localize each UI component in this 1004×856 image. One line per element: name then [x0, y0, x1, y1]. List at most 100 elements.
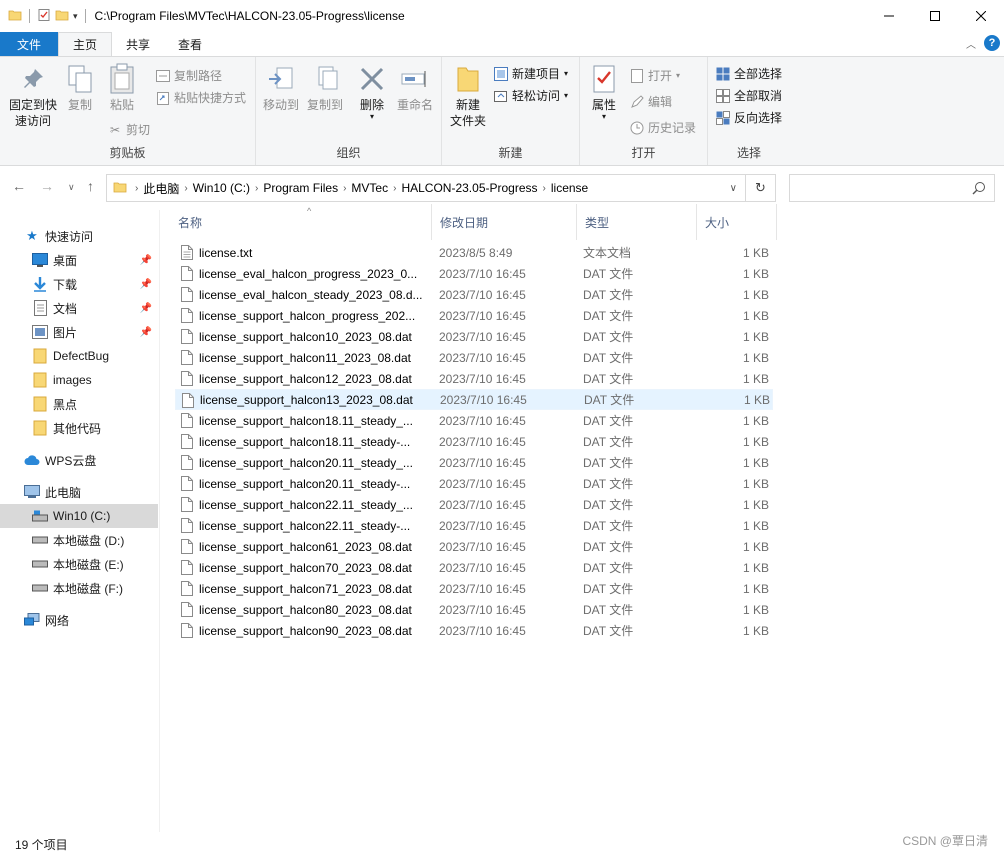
edit-button[interactable]: 编辑 — [630, 93, 672, 110]
select-all-button[interactable]: 全部选择 — [716, 65, 782, 82]
search-input[interactable] — [789, 174, 995, 202]
delete-button[interactable]: 删除 ▾ — [354, 63, 390, 121]
file-row[interactable]: license_support_halcon22.11_steady-... 20… — [175, 515, 773, 536]
maximize-icon[interactable] — [912, 0, 958, 32]
cut-button[interactable]: ✂ 剪切 — [108, 121, 150, 138]
address-bar[interactable]: › 此电脑 › Win10 (C:) › Program Files › MVT… — [106, 174, 746, 202]
file-row[interactable]: license_support_halcon22.11_steady_... 20… — [175, 494, 773, 515]
nav-quick-access[interactable]: ★ 快速访问 — [0, 224, 158, 248]
new-item-dropdown-icon[interactable]: ▾ — [564, 69, 568, 78]
collapse-ribbon-icon[interactable]: ︿ — [966, 36, 976, 51]
move-to-button[interactable]: 移动到 — [260, 63, 302, 113]
copy-button[interactable]: 复制 — [62, 63, 98, 113]
chevron-right-icon[interactable]: › — [543, 183, 546, 194]
nav-downloads[interactable]: 下载 📌 — [0, 272, 158, 296]
file-row[interactable]: license_support_halcon20.11_steady_... 20… — [175, 452, 773, 473]
rename-button[interactable]: 重命名 — [394, 63, 436, 113]
address-dropdown-icon[interactable]: ∨ — [730, 183, 737, 194]
nav-f-drive[interactable]: 本地磁盘 (F:) — [0, 576, 158, 600]
forward-arrow-icon[interactable]: → — [40, 178, 54, 194]
chevron-right-icon[interactable]: › — [135, 183, 138, 194]
file-row[interactable]: license_eval_halcon_progress_2023_0... 20… — [175, 263, 773, 284]
new-folder-button[interactable]: 新建 文件夹 — [446, 63, 490, 129]
file-row[interactable]: license_support_halcon80_2023_08.dat 2023… — [175, 599, 773, 620]
tab-view[interactable]: 查看 — [164, 32, 216, 56]
file-row[interactable]: license_support_halcon18.11_steady-... 20… — [175, 431, 773, 452]
properties-button[interactable]: 属性 ▾ — [586, 63, 622, 121]
open-dropdown-icon[interactable]: ▾ — [676, 71, 680, 80]
pin-icon[interactable]: 📌 — [140, 255, 152, 266]
history-button[interactable]: 历史记录 — [630, 119, 696, 136]
pin-icon[interactable]: 📌 — [140, 303, 152, 314]
new-folder-icon[interactable] — [55, 8, 69, 25]
easy-access-button[interactable]: 轻松访问 ▾ — [494, 87, 568, 104]
column-header-name[interactable]: 名称 ^ — [170, 204, 432, 240]
file-row[interactable]: license_eval_halcon_steady_2023_08.d... 2… — [175, 284, 773, 305]
easy-access-dropdown-icon[interactable]: ▾ — [564, 91, 568, 100]
nav-pictures[interactable]: 图片 📌 — [0, 320, 158, 344]
refresh-button[interactable]: ↻ — [746, 174, 776, 202]
file-row[interactable]: license_support_halcon18.11_steady_... 20… — [175, 410, 773, 431]
pin-to-quick-access-button[interactable]: 固定到快 速访问 — [6, 63, 60, 129]
paste-button[interactable]: 粘贴 — [104, 63, 140, 113]
chevron-right-icon[interactable]: › — [184, 183, 187, 194]
chevron-right-icon[interactable]: › — [343, 183, 346, 194]
properties-dropdown-icon[interactable]: ▾ — [602, 113, 606, 121]
nav-c-drive[interactable]: Win10 (C:) — [0, 504, 158, 528]
column-header-size[interactable]: 大小 — [697, 204, 777, 240]
nav-documents[interactable]: 文档 📌 — [0, 296, 158, 320]
pin-icon[interactable]: 📌 — [140, 327, 152, 338]
file-row[interactable]: license_support_halcon12_2023_08.dat 2023… — [175, 368, 773, 389]
breadcrumb-license[interactable]: license — [551, 181, 588, 195]
tab-share[interactable]: 共享 — [112, 32, 164, 56]
file-row[interactable]: license.txt 2023/8/5 8:49 文本文档 1 KB — [175, 242, 773, 263]
breadcrumb-c-drive[interactable]: Win10 (C:) — [193, 181, 250, 195]
delete-dropdown-icon[interactable]: ▾ — [370, 113, 374, 121]
properties-icon[interactable] — [37, 8, 51, 25]
close-icon[interactable] — [958, 0, 1004, 32]
breadcrumb-mvtec[interactable]: MVTec — [351, 181, 388, 195]
nav-this-pc[interactable]: 此电脑 — [0, 480, 158, 504]
nav-network[interactable]: 网络 — [0, 608, 158, 632]
open-button[interactable]: 打开 ▾ — [630, 67, 680, 84]
file-row[interactable]: license_support_halcon_progress_202... 20… — [175, 305, 773, 326]
paste-shortcut-button[interactable]: 粘贴快捷方式 — [156, 89, 246, 106]
customize-dropdown-icon[interactable]: ▾ — [73, 11, 78, 22]
breadcrumb-halcon[interactable]: HALCON-23.05-Progress — [401, 181, 537, 195]
nav-other-code[interactable]: 其他代码 — [0, 416, 158, 440]
up-arrow-icon[interactable]: ↑ — [87, 178, 94, 194]
file-row[interactable]: license_support_halcon71_2023_08.dat 2023… — [175, 578, 773, 599]
file-row[interactable]: license_support_halcon11_2023_08.dat 2023… — [175, 347, 773, 368]
nav-desktop[interactable]: 桌面 📌 — [0, 248, 158, 272]
nav-heidian[interactable]: 黑点 — [0, 392, 158, 416]
recent-locations-dropdown-icon[interactable]: ∨ — [68, 182, 75, 193]
chevron-right-icon[interactable]: › — [393, 183, 396, 194]
chevron-right-icon[interactable]: › — [255, 183, 258, 194]
back-arrow-icon[interactable]: ← — [12, 178, 26, 194]
file-row[interactable]: license_support_halcon13_2023_08.dat 2023… — [175, 389, 773, 410]
file-row[interactable]: license_support_halcon61_2023_08.dat 2023… — [175, 536, 773, 557]
new-item-button[interactable]: 新建项目 ▾ — [494, 65, 568, 82]
nav-e-drive[interactable]: 本地磁盘 (E:) — [0, 552, 158, 576]
minimize-icon[interactable] — [866, 0, 912, 32]
file-row[interactable]: license_support_halcon20.11_steady-... 20… — [175, 473, 773, 494]
column-header-type[interactable]: 类型 — [577, 204, 697, 240]
tab-home[interactable]: 主页 — [58, 32, 113, 56]
copy-path-button[interactable]: 复制路径 — [156, 67, 222, 84]
file-row[interactable]: license_support_halcon90_2023_08.dat 2023… — [175, 620, 773, 641]
breadcrumb-program-files[interactable]: Program Files — [263, 181, 338, 195]
nav-defectbug[interactable]: DefectBug — [0, 344, 158, 368]
select-none-button[interactable]: 全部取消 — [716, 87, 782, 104]
invert-selection-button[interactable]: 反向选择 — [716, 109, 782, 126]
file-row[interactable]: license_support_halcon70_2023_08.dat 2023… — [175, 557, 773, 578]
help-icon[interactable]: ? — [984, 35, 1000, 51]
column-header-date[interactable]: 修改日期 — [432, 204, 577, 240]
pin-icon[interactable]: 📌 — [140, 279, 152, 290]
file-row[interactable]: license_support_halcon10_2023_08.dat 2023… — [175, 326, 773, 347]
breadcrumb-this-pc[interactable]: 此电脑 — [143, 180, 179, 197]
tab-file[interactable]: 文件 — [0, 32, 58, 56]
nav-wps-cloud[interactable]: WPS云盘 — [0, 448, 158, 472]
copy-to-button[interactable]: 复制到 — [304, 63, 346, 113]
nav-images[interactable]: images — [0, 368, 158, 392]
nav-d-drive[interactable]: 本地磁盘 (D:) — [0, 528, 158, 552]
